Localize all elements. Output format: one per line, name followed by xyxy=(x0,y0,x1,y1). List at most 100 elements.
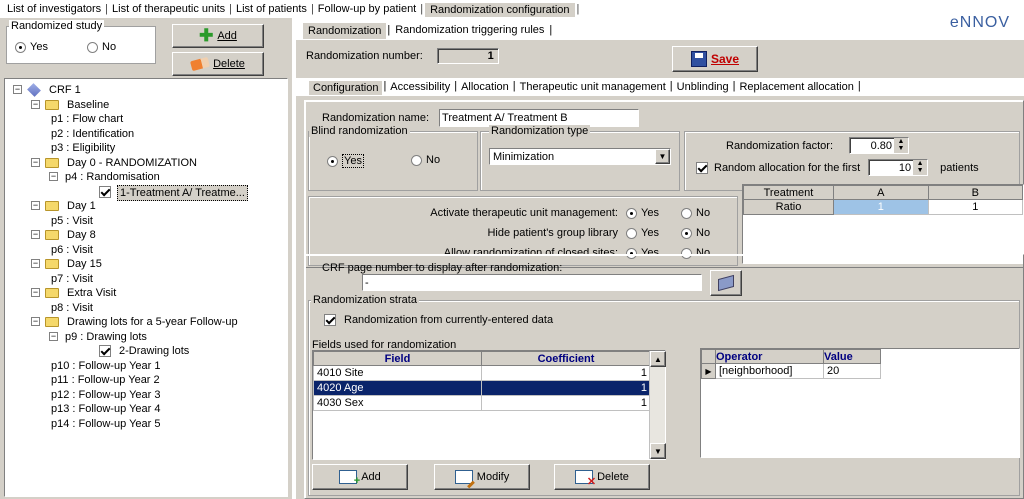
strata-add-button[interactable]: + Add xyxy=(312,464,408,490)
subtab-configuration[interactable]: Configuration xyxy=(308,80,384,95)
table-row[interactable]: 4010 Site 1 xyxy=(313,365,651,381)
menu-follow-up-by-patient[interactable]: Follow-up by patient xyxy=(315,3,419,15)
chevron-down-icon[interactable]: ▼ xyxy=(655,149,670,164)
randomized-study-group: Randomized study Yes No xyxy=(6,20,156,64)
tree-page[interactable]: p12 : Follow-up Year 3 xyxy=(5,388,285,402)
coefficient-cell[interactable]: 1 xyxy=(481,395,651,411)
tree-folder[interactable]: − Baseline xyxy=(5,98,285,112)
menu-list-of-patients[interactable]: List of patients xyxy=(233,3,310,15)
checked-icon[interactable] xyxy=(99,345,111,357)
tree-page[interactable]: p6 : Visit xyxy=(5,243,285,257)
collapse-icon[interactable]: − xyxy=(31,259,40,268)
tree-page[interactable]: p10 : Follow-up Year 1 xyxy=(5,359,285,373)
tree-page[interactable]: p8 : Visit xyxy=(5,301,285,315)
strata-modify-button[interactable]: Modify xyxy=(434,464,530,490)
tree-folder[interactable]: − Day 0 - RANDOMIZATION xyxy=(5,156,285,170)
tree-page[interactable]: − p9 : Drawing lots xyxy=(5,330,285,344)
scroll-up-icon[interactable]: ▲ xyxy=(650,351,666,367)
spin-arrows-icon[interactable]: ▲ ▼ xyxy=(894,138,908,153)
tab-randomization-triggering-rules[interactable]: Randomization triggering rules xyxy=(390,22,549,39)
checked-icon[interactable] xyxy=(99,185,111,198)
tree-randomization-item[interactable]: 1-Treatment A/ Treatme... xyxy=(5,184,285,201)
tree-item-label: Baseline xyxy=(67,98,110,111)
random-allocation-value: 10 xyxy=(898,161,912,174)
crf-page-input[interactable] xyxy=(362,274,702,291)
table-row[interactable]: 4020 Age 1 xyxy=(313,380,651,396)
subtab-allocation[interactable]: Allocation xyxy=(457,80,513,95)
add-button[interactable]: ✚ Add xyxy=(172,24,264,48)
table-row[interactable]: 4030 Sex 1 xyxy=(313,395,651,411)
scroll-down-icon[interactable]: ▼ xyxy=(650,443,666,459)
ratio-cell-a[interactable]: 1 xyxy=(833,199,929,215)
tree-page[interactable]: p13 : Follow-up Year 4 xyxy=(5,402,285,416)
table-row[interactable]: ▶ [neighborhood] 20 xyxy=(701,363,881,379)
field-cell[interactable]: 4020 Age xyxy=(313,380,482,396)
tab-randomization[interactable]: Randomization xyxy=(302,22,388,39)
tree-folder[interactable]: − Day 15 xyxy=(5,257,285,271)
field-cell[interactable]: 4010 Site xyxy=(313,365,482,381)
hide-no-radio[interactable] xyxy=(681,227,692,239)
ratio-cell-b[interactable]: 1 xyxy=(927,199,1023,215)
tree-folder[interactable]: − Day 1 xyxy=(5,199,285,213)
collapse-icon[interactable]: − xyxy=(31,288,40,297)
factor-spinner[interactable]: 0.80 ▲ ▼ xyxy=(849,137,909,154)
operator-cell[interactable]: [neighborhood] xyxy=(715,363,824,379)
randomization-type-select[interactable]: Minimization ▼ xyxy=(489,148,671,165)
spin-arrows-icon[interactable]: ▲ ▼ xyxy=(913,160,928,175)
fields-scrollbar[interactable]: ▲ ▼ xyxy=(649,351,666,459)
activate-yes-radio[interactable] xyxy=(626,207,637,219)
tree-page[interactable]: p5 : Visit xyxy=(5,214,285,228)
blind-yes-radio[interactable] xyxy=(327,155,338,167)
subtab-replacement-allocation[interactable]: Replacement allocation xyxy=(735,80,857,95)
strata-checkbox[interactable] xyxy=(324,314,336,326)
tree-folder[interactable]: − CRF 1 xyxy=(5,83,285,97)
tree-folder[interactable]: − Day 8 xyxy=(5,228,285,242)
field-cell[interactable]: 4030 Sex xyxy=(313,395,482,411)
blind-no-radio[interactable] xyxy=(411,154,422,166)
tree-page[interactable]: p2 : Identification xyxy=(5,127,285,141)
random-allocation-spinner[interactable]: 10 ▲ ▼ xyxy=(868,159,929,176)
folder-icon xyxy=(45,288,59,298)
coefficient-cell[interactable]: 1 xyxy=(481,365,651,381)
study-no-radio[interactable] xyxy=(87,41,98,53)
collapse-icon[interactable]: − xyxy=(31,317,40,326)
subtab-therapeutic-unit-management[interactable]: Therapeutic unit management xyxy=(516,80,670,95)
collapse-icon[interactable]: − xyxy=(49,172,58,181)
tree-page[interactable]: p11 : Follow-up Year 2 xyxy=(5,373,285,387)
subtab-unblinding[interactable]: Unblinding xyxy=(673,80,733,95)
tree-page[interactable]: p7 : Visit xyxy=(5,272,285,286)
tree-folder[interactable]: − Drawing lots for a 5-year Follow-up xyxy=(5,315,285,329)
tree-page[interactable]: p1 : Flow chart xyxy=(5,112,285,126)
tree-page[interactable]: − p4 : Randomisation xyxy=(5,170,285,184)
collapse-icon[interactable]: − xyxy=(31,230,40,239)
collapse-icon[interactable]: − xyxy=(49,331,58,341)
activate-no-radio[interactable] xyxy=(681,207,692,219)
value-cell[interactable]: 20 xyxy=(823,363,881,379)
random-allocation-checkbox[interactable] xyxy=(696,161,708,174)
crf-tree[interactable]: − CRF 1− Baseline p1 : Flow chart p2 : Ident… xyxy=(4,78,288,497)
delete-button[interactable]: Delete xyxy=(172,52,264,76)
browse-book-button[interactable] xyxy=(710,270,742,296)
tree-page[interactable]: p14 : Follow-up Year 5 xyxy=(5,417,285,431)
add-row-icon: + xyxy=(339,470,360,487)
menu-list-of-therapeutic-units[interactable]: List of therapeutic units xyxy=(109,3,228,15)
tree-folder[interactable]: − Extra Visit xyxy=(5,286,285,300)
save-button[interactable]: Save xyxy=(672,46,758,72)
coefficient-cell[interactable]: 1 xyxy=(481,380,651,396)
study-yes-radio[interactable] xyxy=(15,41,26,53)
collapse-icon[interactable]: − xyxy=(31,157,40,167)
collapse-icon[interactable]: − xyxy=(13,85,22,94)
save-label: Save xyxy=(710,52,740,66)
collapse-icon[interactable]: − xyxy=(31,99,40,109)
tree-page[interactable]: p3 : Eligibility xyxy=(5,141,285,155)
menu-randomization-configuration[interactable]: Randomization configuration xyxy=(424,1,576,17)
tree-randomization-item[interactable]: 2-Drawing lots xyxy=(5,344,285,358)
hide-yes-radio[interactable] xyxy=(626,227,637,239)
tree-item-label: p11 : Follow-up Year 2 xyxy=(51,374,160,386)
subtab-accessibility[interactable]: Accessibility xyxy=(386,80,454,95)
menu-list-of-investigators[interactable]: List of investigators xyxy=(4,3,104,15)
tree-item-label: Day 8 xyxy=(67,229,96,241)
value-header: Value xyxy=(823,349,881,364)
collapse-icon[interactable]: − xyxy=(31,201,40,210)
strata-delete-button[interactable]: ✕ Delete xyxy=(554,464,650,490)
